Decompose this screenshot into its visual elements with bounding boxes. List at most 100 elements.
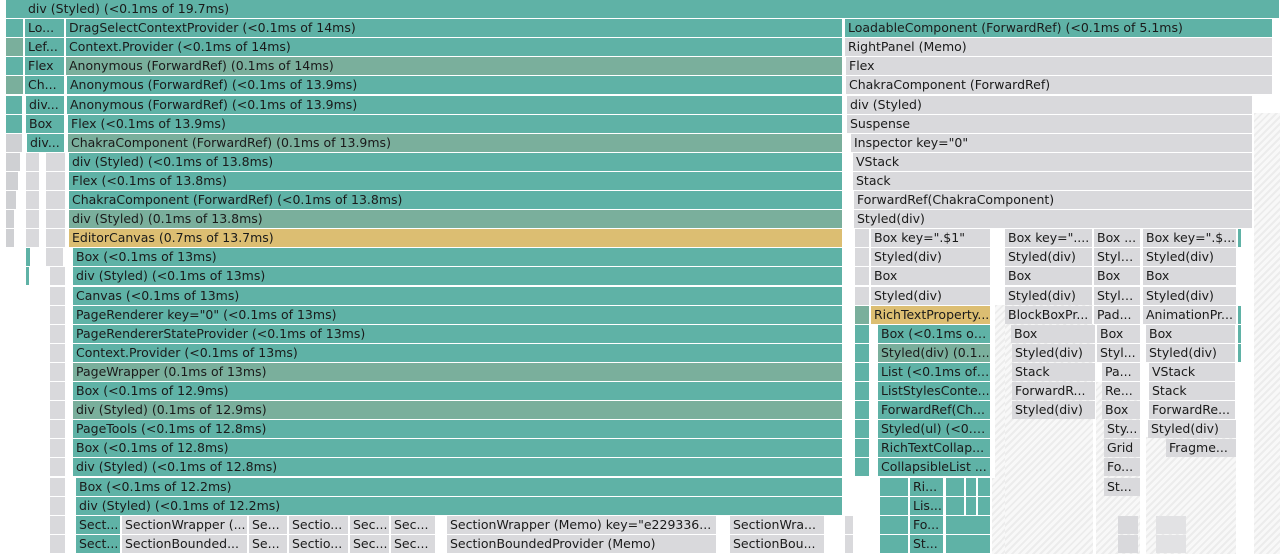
flame-node-div[interactable]: div... <box>26 95 65 114</box>
flame-node-editorcanvas[interactable]: EditorCanvas (0.7ms of 13.7ms) <box>69 229 843 248</box>
flame-node-sectio[interactable]: Sectio... <box>289 515 349 534</box>
flame-node-styled[interactable]: Styled(div) <box>854 210 1253 229</box>
flame-node-se[interactable]: Se... <box>249 534 288 553</box>
flame-node-anonymous[interactable]: Anonymous (ForwardRef) (<0.1ms of 13.9ms… <box>67 76 843 95</box>
flame-node-sectionbounded[interactable]: SectionBounded... <box>122 534 248 553</box>
flame-node-vstack[interactable]: VStack <box>853 152 1253 171</box>
flame-node-box[interactable]: Box (<0.1ms of 13ms) <box>73 248 843 267</box>
flame-node-fragme[interactable]: Fragme... <box>1166 439 1237 458</box>
flame-node-forwardref[interactable]: ForwardRef(ChakraComponent) <box>854 191 1253 209</box>
flame-node-sec[interactable]: Sec... <box>391 534 436 553</box>
flame-node-box-key-1[interactable]: Box key=".$1" <box>871 229 991 248</box>
flame-node-div[interactable]: div (Styled) (<0.1ms of 12.8ms) <box>73 458 843 477</box>
flame-node-pa[interactable]: Pa... <box>1102 362 1141 381</box>
flame-node-box[interactable]: Box ... <box>1094 229 1141 248</box>
flame-node-styled[interactable]: Styled(div) <box>871 248 991 267</box>
flame-node-vstack[interactable]: VStack <box>1149 362 1236 381</box>
flame-node-forwardre[interactable]: ForwardRe... <box>1149 401 1236 420</box>
flame-node-list-0-1ms-of[interactable]: List (<0.1ms of ... <box>878 362 991 381</box>
flame-node-context-provider[interactable]: Context.Provider (<0.1ms of 13ms) <box>73 343 843 362</box>
flame-node-box-key[interactable]: Box key=".$... <box>1143 229 1237 248</box>
flame-node-ch[interactable]: Ch... <box>25 76 65 95</box>
flame-node-styled[interactable]: Styled(div) <box>1148 420 1237 439</box>
flame-node-box-0-1ms-of[interactable]: Box (<0.1ms of ... <box>878 324 991 343</box>
flame-node-sectionbou[interactable]: SectionBou... <box>730 534 825 553</box>
flame-node-flex[interactable]: Flex (<0.1ms of 13.9ms) <box>68 114 843 133</box>
flame-node-chakracomponent[interactable]: ChakraComponent (ForwardRef) <box>846 76 1273 95</box>
flame-node-styled-0-1[interactable]: Styled(ul) (<0.1... <box>878 420 991 439</box>
flame-node-styled[interactable]: Styled(div) <box>1005 248 1093 267</box>
flame-node-box[interactable]: Box (<0.1ms of 12.9ms) <box>73 382 843 400</box>
flame-node-div[interactable]: div (Styled) <box>847 95 1253 114</box>
flame-node-richtextproperty[interactable]: RichTextProperty... <box>871 305 991 324</box>
flame-node-forwardr[interactable]: ForwardR... <box>1012 382 1096 400</box>
flame-node-stack[interactable]: Stack <box>1149 382 1236 400</box>
flame-node-lis[interactable]: Lis... <box>910 496 944 515</box>
flame-node-loadablecomponent[interactable]: LoadableComponent (ForwardRef) (<0.1ms o… <box>845 19 1273 38</box>
flame-node-box[interactable]: Box <box>1005 267 1093 286</box>
flame-node-sec[interactable]: Sec... <box>391 515 436 534</box>
flame-node-sectionwrapper[interactable]: SectionWrapper (... <box>122 515 248 534</box>
flame-node-box[interactable]: Box <box>1102 401 1141 420</box>
flame-node-fo[interactable]: Fo... <box>910 515 944 534</box>
flame-node-sect[interactable]: Sect... <box>76 534 121 553</box>
flame-node-liststylesconte[interactable]: ListStylesConte... <box>878 382 991 400</box>
flame-node-box[interactable]: Box <box>1146 324 1236 343</box>
flame-node-suspense[interactable]: Suspense <box>847 114 1253 133</box>
flame-node-sec[interactable]: Sec... <box>350 515 390 534</box>
flame-node-styled[interactable]: Styled(div) <box>1143 248 1237 267</box>
flame-node-styled-0-1[interactable]: Styled(div) (0.1... <box>878 343 991 362</box>
flame-node-pagewrapper[interactable]: PageWrapper (0.1ms of 13ms) <box>73 362 843 381</box>
flame-node-flex[interactable]: Flex <box>846 57 1273 76</box>
flame-node-styled[interactable]: Styled(div) <box>1143 286 1237 305</box>
flame-node-inspector-key-0[interactable]: Inspector key="0" <box>851 133 1253 152</box>
flame-node-box[interactable]: Box (<0.1ms of 12.2ms) <box>76 477 843 496</box>
flame-node-richtextcollap[interactable]: RichTextCollap... <box>878 439 991 458</box>
flame-node-blockboxpr[interactable]: BlockBoxPr... <box>1005 305 1093 324</box>
flame-node-sty[interactable]: Sty... <box>1104 420 1141 439</box>
flame-node-styled[interactable]: Styled(div) <box>1005 286 1093 305</box>
flame-node-grid[interactable]: Grid <box>1104 439 1141 458</box>
flame-node-box[interactable]: Box <box>1094 267 1141 286</box>
flame-node-div[interactable]: div (Styled) (<0.1ms of 19.7ms) <box>25 0 1280 18</box>
flame-node-style[interactable]: Style... <box>1094 248 1141 267</box>
flame-node-box[interactable]: Box <box>26 114 65 133</box>
flame-node-box[interactable]: Box <box>1097 324 1141 343</box>
flame-node-dragselectcontextprovider[interactable]: DragSelectContextProvider (<0.1ms of 14m… <box>66 19 843 38</box>
flame-node-box[interactable]: Box <box>1143 267 1237 286</box>
flame-node-st[interactable]: St... <box>1104 477 1141 496</box>
flame-node-div[interactable]: div (Styled) (<0.1ms of 12.2ms) <box>76 496 843 515</box>
flame-node-box[interactable]: Box <box>1011 324 1096 343</box>
flame-node-re[interactable]: Re... <box>1102 382 1141 400</box>
flame-node-style[interactable]: Style... <box>1094 286 1141 305</box>
flame-node-pagerenderer-key-0[interactable]: PageRenderer key="0" (<0.1ms of 13ms) <box>73 305 843 324</box>
flame-node-sec[interactable]: Sec... <box>350 534 390 553</box>
flame-node-box-key[interactable]: Box key=".... <box>1005 229 1093 248</box>
flame-node-chakracomponent[interactable]: ChakraComponent (ForwardRef) (<0.1ms of … <box>69 191 843 209</box>
flame-node-styled[interactable]: Styled(div) <box>1146 343 1236 362</box>
flame-node-box[interactable]: Box (<0.1ms of 12.8ms) <box>73 439 843 458</box>
flame-node-fo[interactable]: Fo... <box>1104 458 1141 477</box>
flame-node-canvas[interactable]: Canvas (<0.1ms of 13ms) <box>73 286 843 305</box>
flame-node-box[interactable]: Box <box>871 267 991 286</box>
flame-node-div[interactable]: div (Styled) (<0.1ms of 13ms) <box>73 267 843 286</box>
flame-node-flex[interactable]: Flex <box>25 57 65 76</box>
flame-node-sectionboundedprovider[interactable]: SectionBoundedProvider (Memo) <box>447 534 717 553</box>
flame-node-pagetools[interactable]: PageTools (<0.1ms of 12.8ms) <box>73 420 843 439</box>
flame-node-lef[interactable]: Lef... <box>25 38 65 57</box>
flame-node-sectionwra[interactable]: SectionWra... <box>730 515 825 534</box>
flame-node-styled[interactable]: Styled(div) <box>1012 343 1096 362</box>
flame-node-rightpanel[interactable]: RightPanel (Memo) <box>845 38 1273 57</box>
flame-node-pad[interactable]: Pad... <box>1094 305 1141 324</box>
flame-node-div[interactable]: div (Styled) (<0.1ms of 13.8ms) <box>69 152 843 171</box>
flame-node-st[interactable]: St... <box>910 534 944 553</box>
flame-node-styled[interactable]: Styled(div) <box>1012 401 1096 420</box>
flame-node-sectio[interactable]: Sectio... <box>289 534 349 553</box>
flame-node-anonymous[interactable]: Anonymous (ForwardRef) (<0.1ms of 13.9ms… <box>67 95 843 114</box>
flame-node-flex[interactable]: Flex (<0.1ms of 13.8ms) <box>69 171 843 190</box>
flame-node-animationpr[interactable]: AnimationPr... <box>1143 305 1237 324</box>
flame-node-pagerendererstateprovider[interactable]: PageRendererStateProvider (<0.1ms of 13m… <box>73 324 843 343</box>
flame-node-lo[interactable]: Lo... <box>25 19 65 38</box>
flame-node-styled[interactable]: Styled(div) <box>871 286 991 305</box>
flame-node-chakracomponent[interactable]: ChakraComponent (ForwardRef) (0.1ms of 1… <box>68 133 843 152</box>
